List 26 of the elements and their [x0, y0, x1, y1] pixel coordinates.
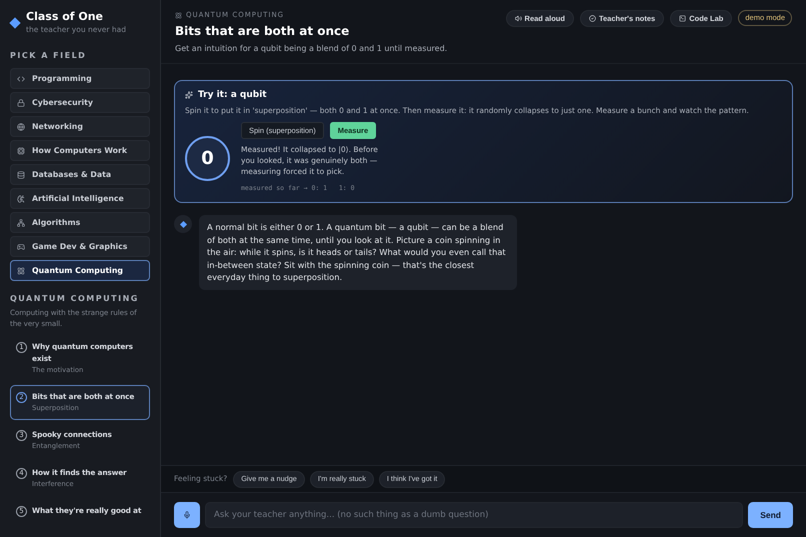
section-heading: PICK A FIELD — [10, 50, 88, 62]
send-button[interactable]: Send — [748, 502, 793, 528]
page-title: Bits that are both at once — [175, 22, 350, 40]
terminal-icon — [679, 15, 686, 22]
sparkle-icon — [185, 91, 193, 100]
atom-icon — [17, 266, 25, 274]
microphone-icon — [183, 511, 191, 519]
message-input[interactable]: Ask your teacher anything... (no such thing as a dumb question) — [205, 502, 744, 528]
gamepad-icon — [17, 242, 25, 250]
message-bubble: A normal bit is either 0 or 1. A quantum bit — a qubit — can be a blend of both at the same time, until you look at it. Picture a coin spinning in the air: while it spins, is it heads or tails? What would you even call that in-between state? Sit with the spinning coin — that's the closest everyday thing to superposition. — [199, 215, 517, 290]
activity-title: Try it: a qubit — [198, 88, 267, 102]
network-icon — [17, 218, 25, 226]
chip-icon — [17, 146, 25, 154]
check-circle-icon — [588, 15, 596, 22]
globe-icon — [17, 122, 25, 130]
page-subtitle: Get an intuition for a qubit being a blend of 0 and 1 until measured. — [175, 42, 448, 54]
code-icon — [17, 74, 25, 82]
lock-icon — [17, 98, 25, 106]
app-title: Class of One — [26, 10, 104, 24]
atom-icon — [175, 12, 182, 19]
mic-button[interactable] — [174, 502, 200, 528]
database-icon — [17, 170, 25, 178]
course-title: QUANTUM COMPUTING — [10, 293, 140, 305]
diamond-logo-icon — [9, 17, 21, 29]
speaker-icon — [514, 15, 522, 22]
brain-icon — [17, 194, 25, 202]
